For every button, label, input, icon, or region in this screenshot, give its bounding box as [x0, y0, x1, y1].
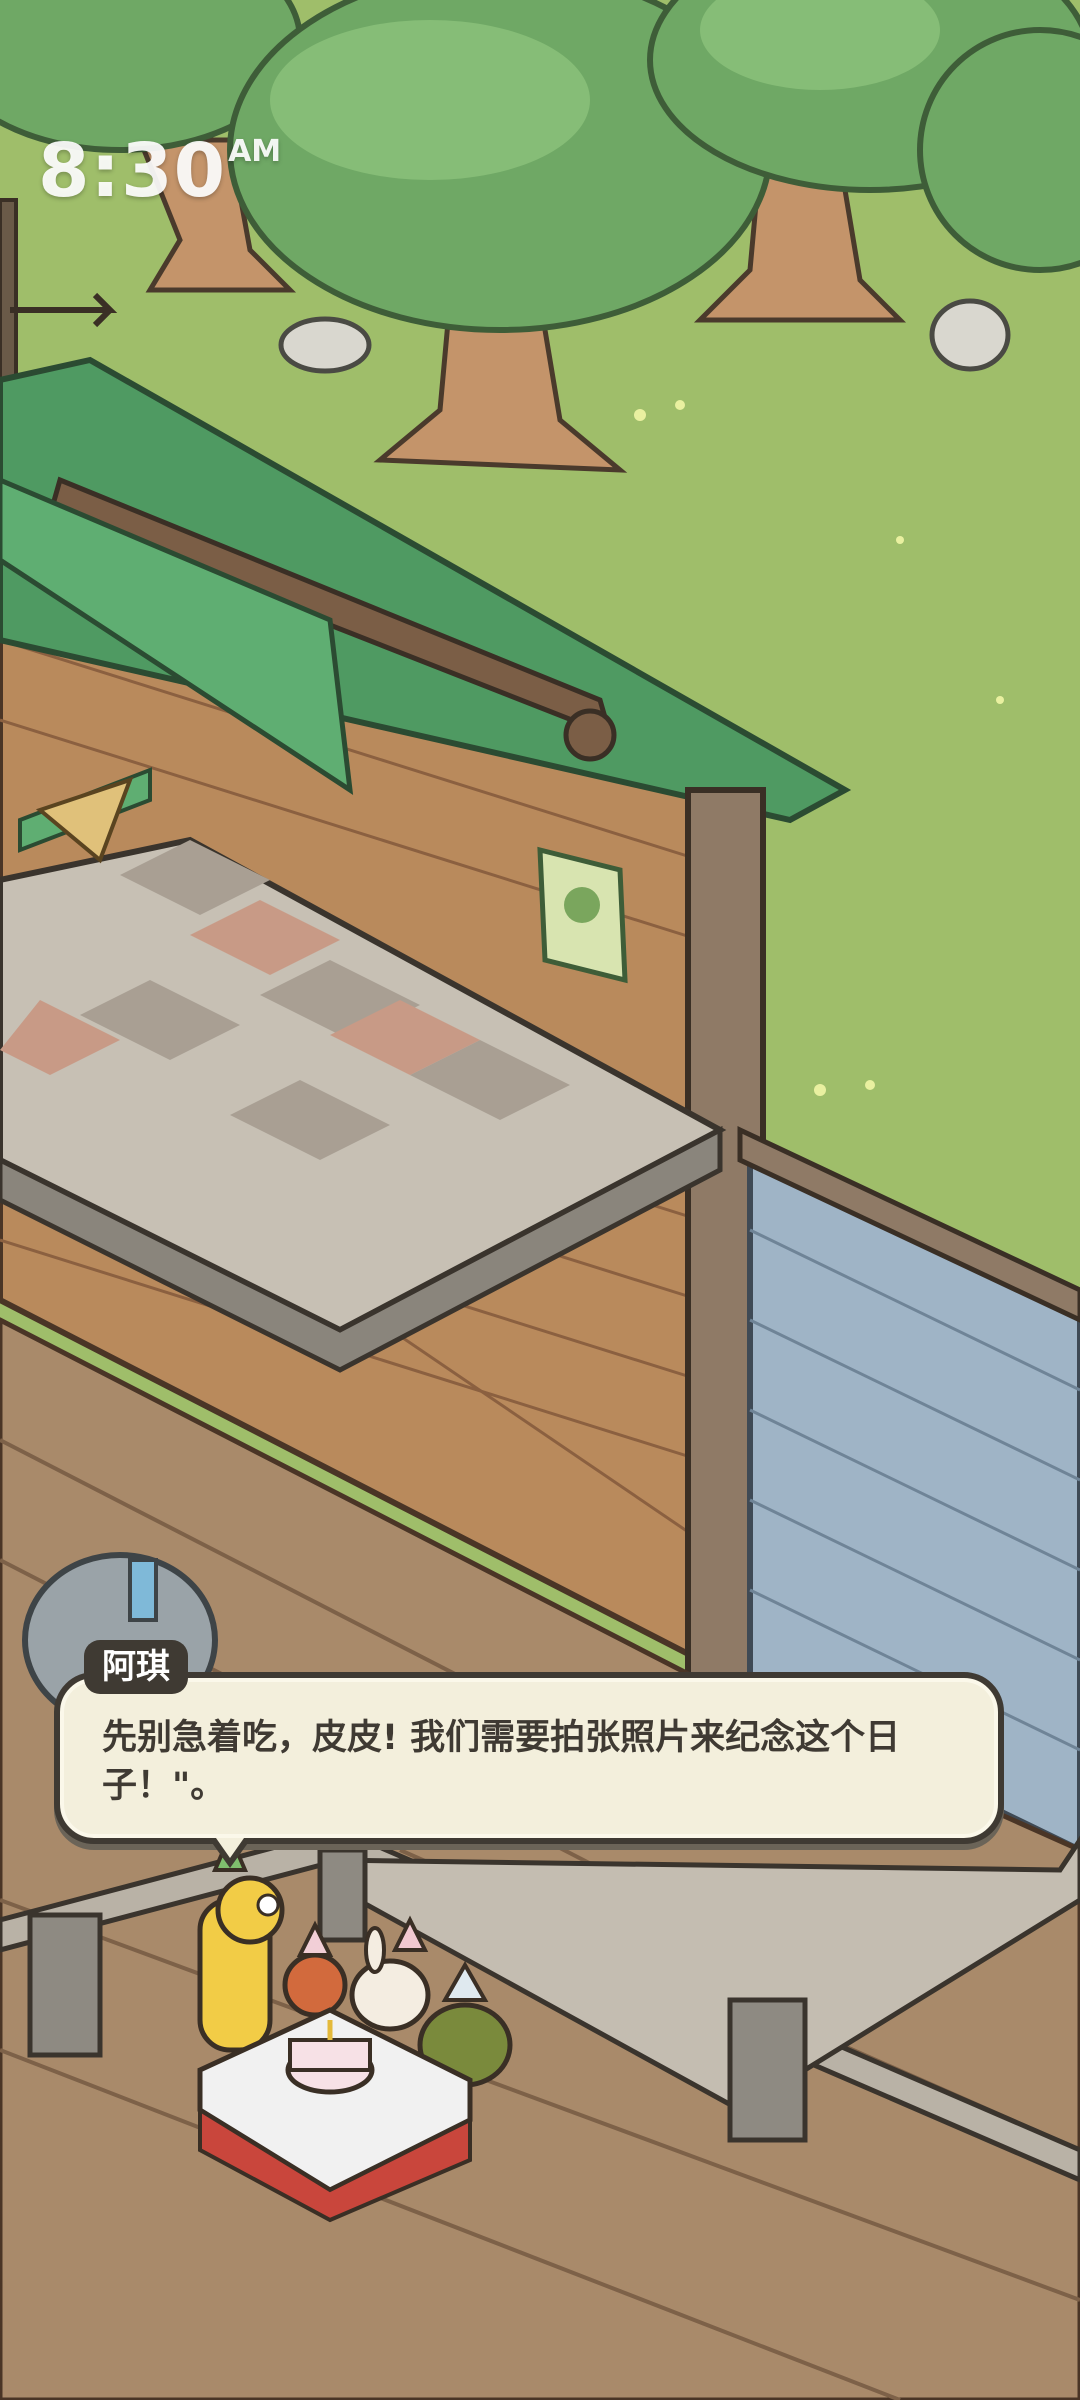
dialog-text: 先别急着吃，皮皮! 我们需要拍张照片来纪念这个日子！"。 [102, 1718, 901, 1806]
dialog-box[interactable]: 先别急着吃，皮皮! 我们需要拍张照片来纪念这个日子！"。 [54, 1672, 1004, 1868]
rock-small [278, 316, 372, 374]
wall-frame[interactable] [537, 846, 628, 984]
clock-ampm: AM [228, 134, 282, 169]
status-clock: 8:30AM [38, 128, 281, 214]
clock-time: 8:30 [38, 128, 227, 214]
game-scene[interactable] [0, 0, 1080, 2400]
rock-right [929, 298, 1011, 372]
speaker-name-tag: 阿琪 [84, 1640, 188, 1694]
